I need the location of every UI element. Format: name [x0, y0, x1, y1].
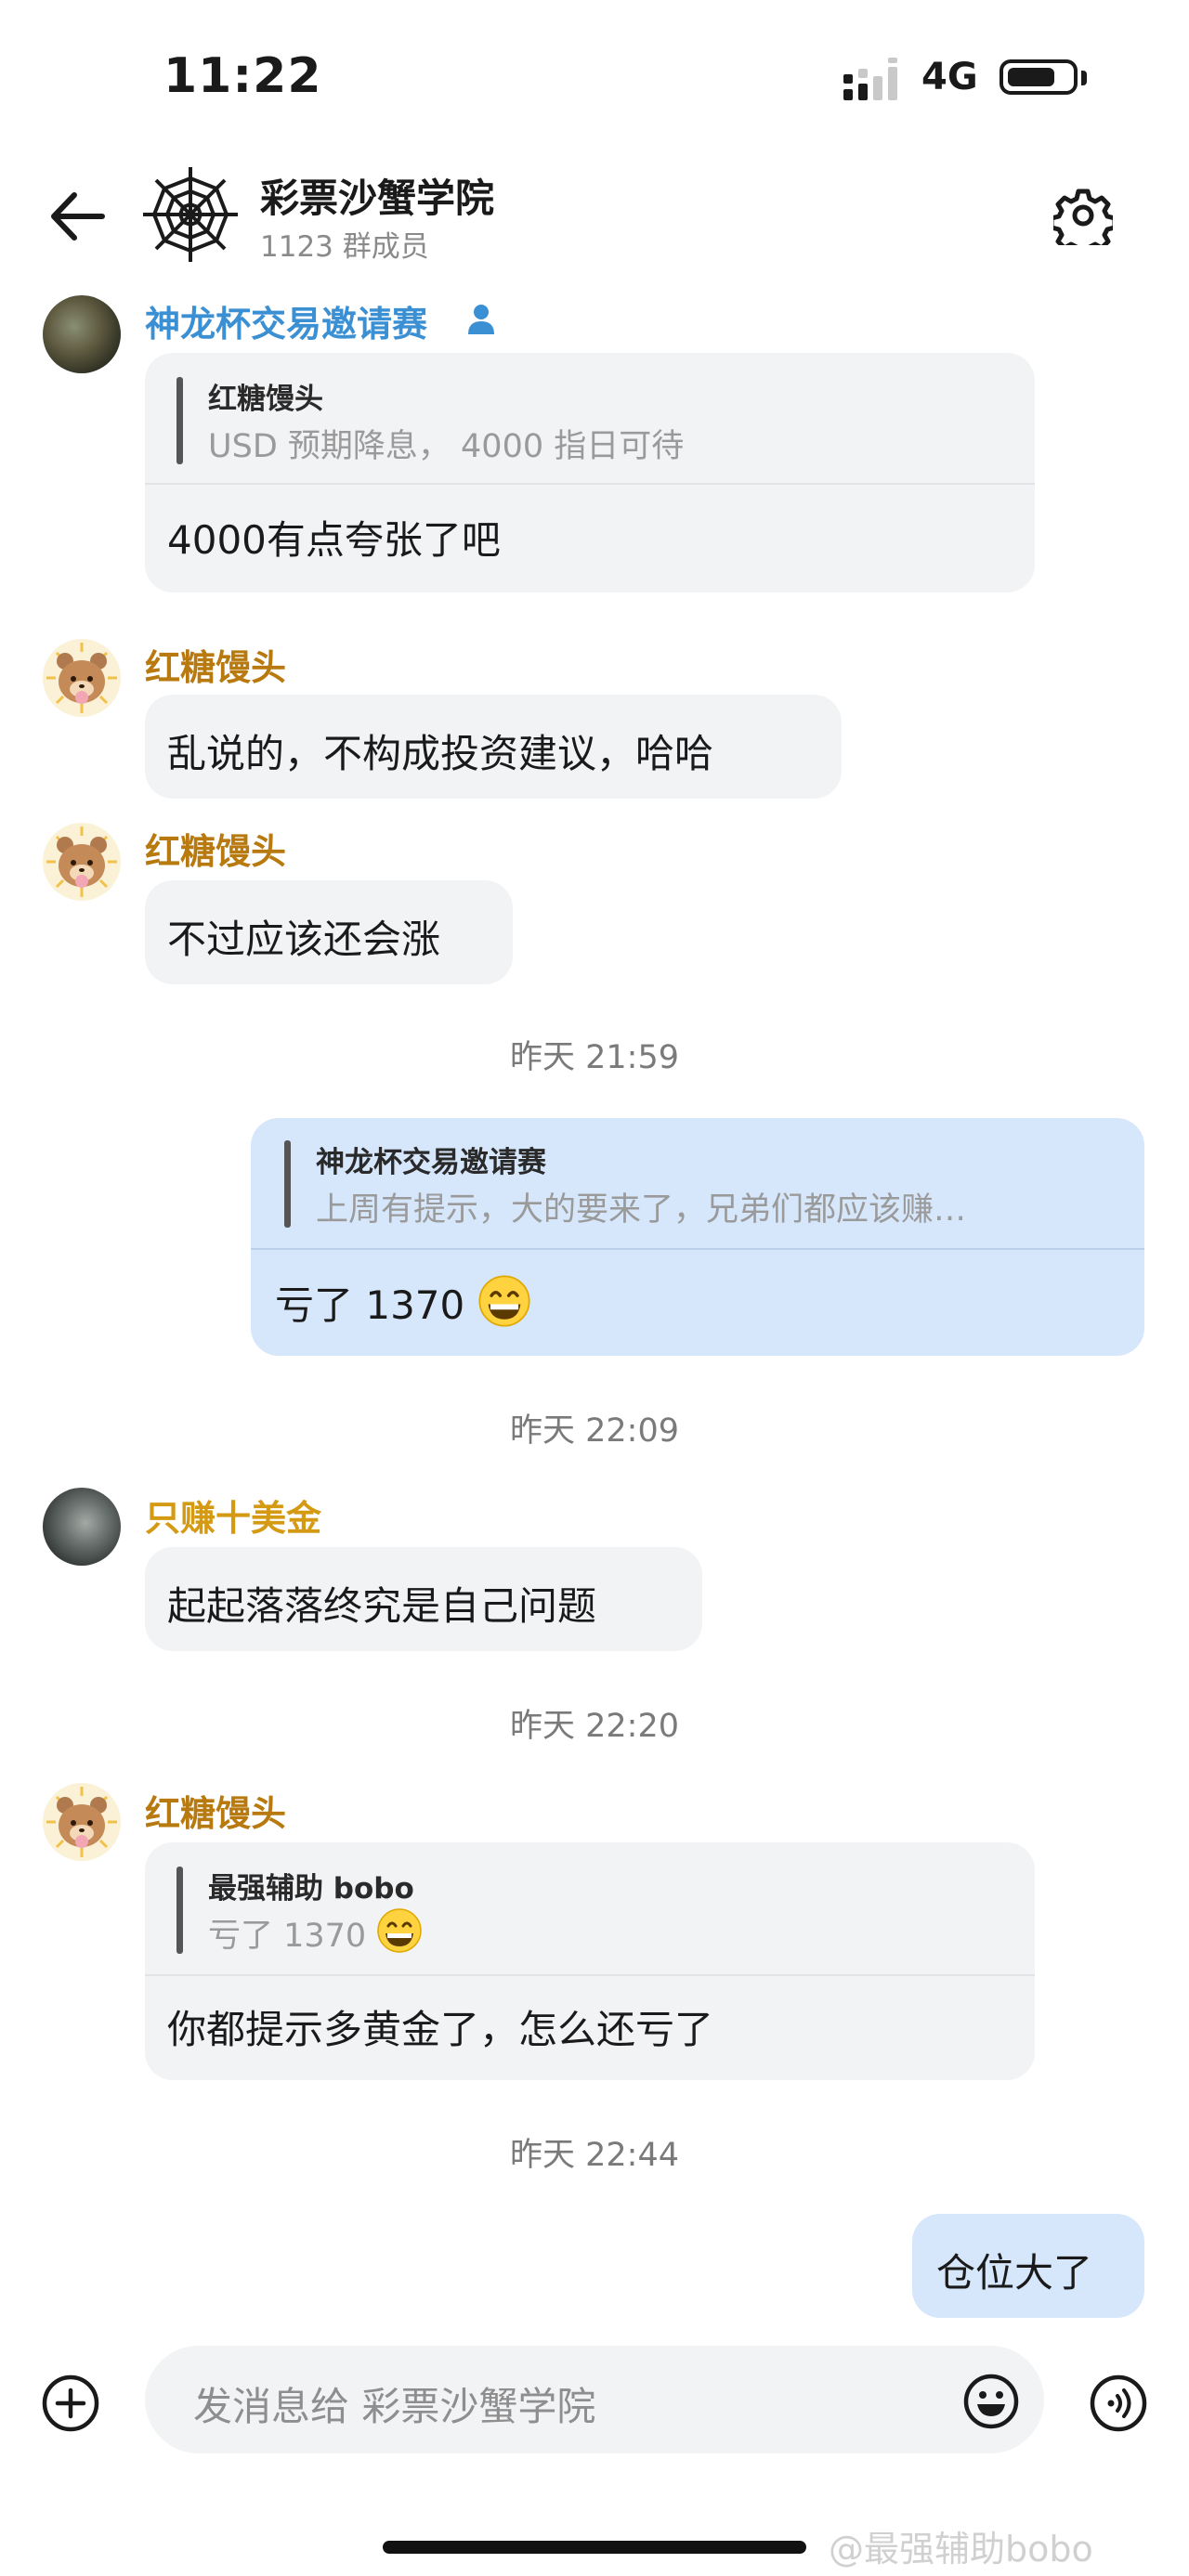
timestamp: 昨天 22:09 [510, 1412, 679, 1450]
quote-author: 红糖馒头 [208, 383, 323, 416]
timestamp: 昨天 21:59 [510, 1039, 679, 1076]
member-icon [468, 305, 494, 334]
signal-icon [843, 58, 897, 100]
quote-divider [145, 483, 1035, 485]
quote-bar [176, 377, 183, 464]
quote-bar [176, 1867, 183, 1954]
quote-author: 神龙杯交易邀请赛 [316, 1146, 546, 1179]
message-text: 起起落落终究是自己问题 [167, 1583, 597, 1629]
voice-icon[interactable] [1089, 2374, 1148, 2433]
my-message-bubble[interactable]: 神龙杯交易邀请赛 上周有提示，大的要来了，兄弟们都应该赚… 亏了 1370 [251, 1118, 1144, 1356]
message-bubble[interactable]: 最强辅助 bobo 亏了 1370 你都提示多黄金了，怎么还亏了 [145, 1842, 1035, 2080]
grin-emoji [477, 1274, 531, 1328]
spider-web-icon[interactable] [139, 163, 242, 266]
avatar[interactable] [43, 823, 121, 901]
battery-icon [1000, 59, 1078, 95]
message-text: 仓位大了 [936, 2250, 1093, 2296]
avatar[interactable] [43, 1488, 121, 1566]
member-count: 1123 群成员 [260, 230, 429, 264]
quote-text: 亏了 1370 [208, 1918, 367, 1955]
emoji-icon[interactable] [962, 2373, 1020, 2430]
battery-tip [1081, 71, 1087, 85]
avatar[interactable] [43, 1783, 121, 1861]
avatar[interactable] [43, 295, 121, 373]
watermark: @最强辅助bobo [829, 2529, 1093, 2569]
timestamp: 昨天 22:20 [510, 1708, 679, 1745]
message-text: 亏了 1370 [275, 1282, 465, 1328]
sender-name[interactable]: 红糖馒头 [145, 823, 286, 874]
my-message-bubble[interactable]: 仓位大了 [912, 2214, 1144, 2318]
quote-bar [284, 1140, 291, 1228]
gear-icon[interactable] [1053, 186, 1113, 245]
grin-emoji [376, 1907, 423, 1954]
message-text: 你都提示多黄金了，怎么还亏了 [167, 2007, 714, 2052]
message-text: 4000有点夸张了吧 [167, 517, 501, 563]
quote-divider [251, 1248, 1144, 1250]
quote-author: 最强辅助 bobo [208, 1872, 414, 1906]
message-text: 不过应该还会涨 [167, 917, 441, 962]
message-input-placeholder: 发消息给 彩票沙蟹学院 [193, 2384, 596, 2429]
avatar[interactable] [43, 639, 121, 717]
sender-name[interactable]: 红糖馒头 [145, 1785, 286, 1836]
message-bubble[interactable]: 不过应该还会涨 [145, 880, 513, 984]
message-bubble[interactable]: 起起落落终究是自己问题 [145, 1547, 702, 1651]
back-arrow-icon[interactable] [46, 186, 108, 247]
timestamp: 昨天 22:44 [510, 2137, 679, 2174]
group-title[interactable]: 彩票沙蟹学院 [260, 167, 494, 224]
quote-text: USD 预期降息， 4000 指日可待 [208, 428, 685, 465]
message-bubble[interactable]: 红糖馒头 USD 预期降息， 4000 指日可待 4000有点夸张了吧 [145, 353, 1035, 592]
network-label: 4G [921, 56, 978, 98]
quote-text: 上周有提示，大的要来了，兄弟们都应该赚… [316, 1191, 967, 1229]
sender-name[interactable]: 红糖馒头 [145, 639, 286, 690]
quote-divider [145, 1974, 1035, 1976]
status-time: 11:22 [163, 48, 322, 104]
home-indicator[interactable] [383, 2541, 806, 2554]
plus-icon[interactable] [41, 2374, 100, 2433]
message-text: 乱说的，不构成投资建议，哈哈 [167, 731, 714, 776]
sender-name[interactable]: 只赚十美金 [145, 1490, 321, 1541]
sender-name[interactable]: 神龙杯交易邀请赛 [145, 295, 427, 346]
message-bubble[interactable]: 乱说的，不构成投资建议，哈哈 [145, 695, 842, 799]
